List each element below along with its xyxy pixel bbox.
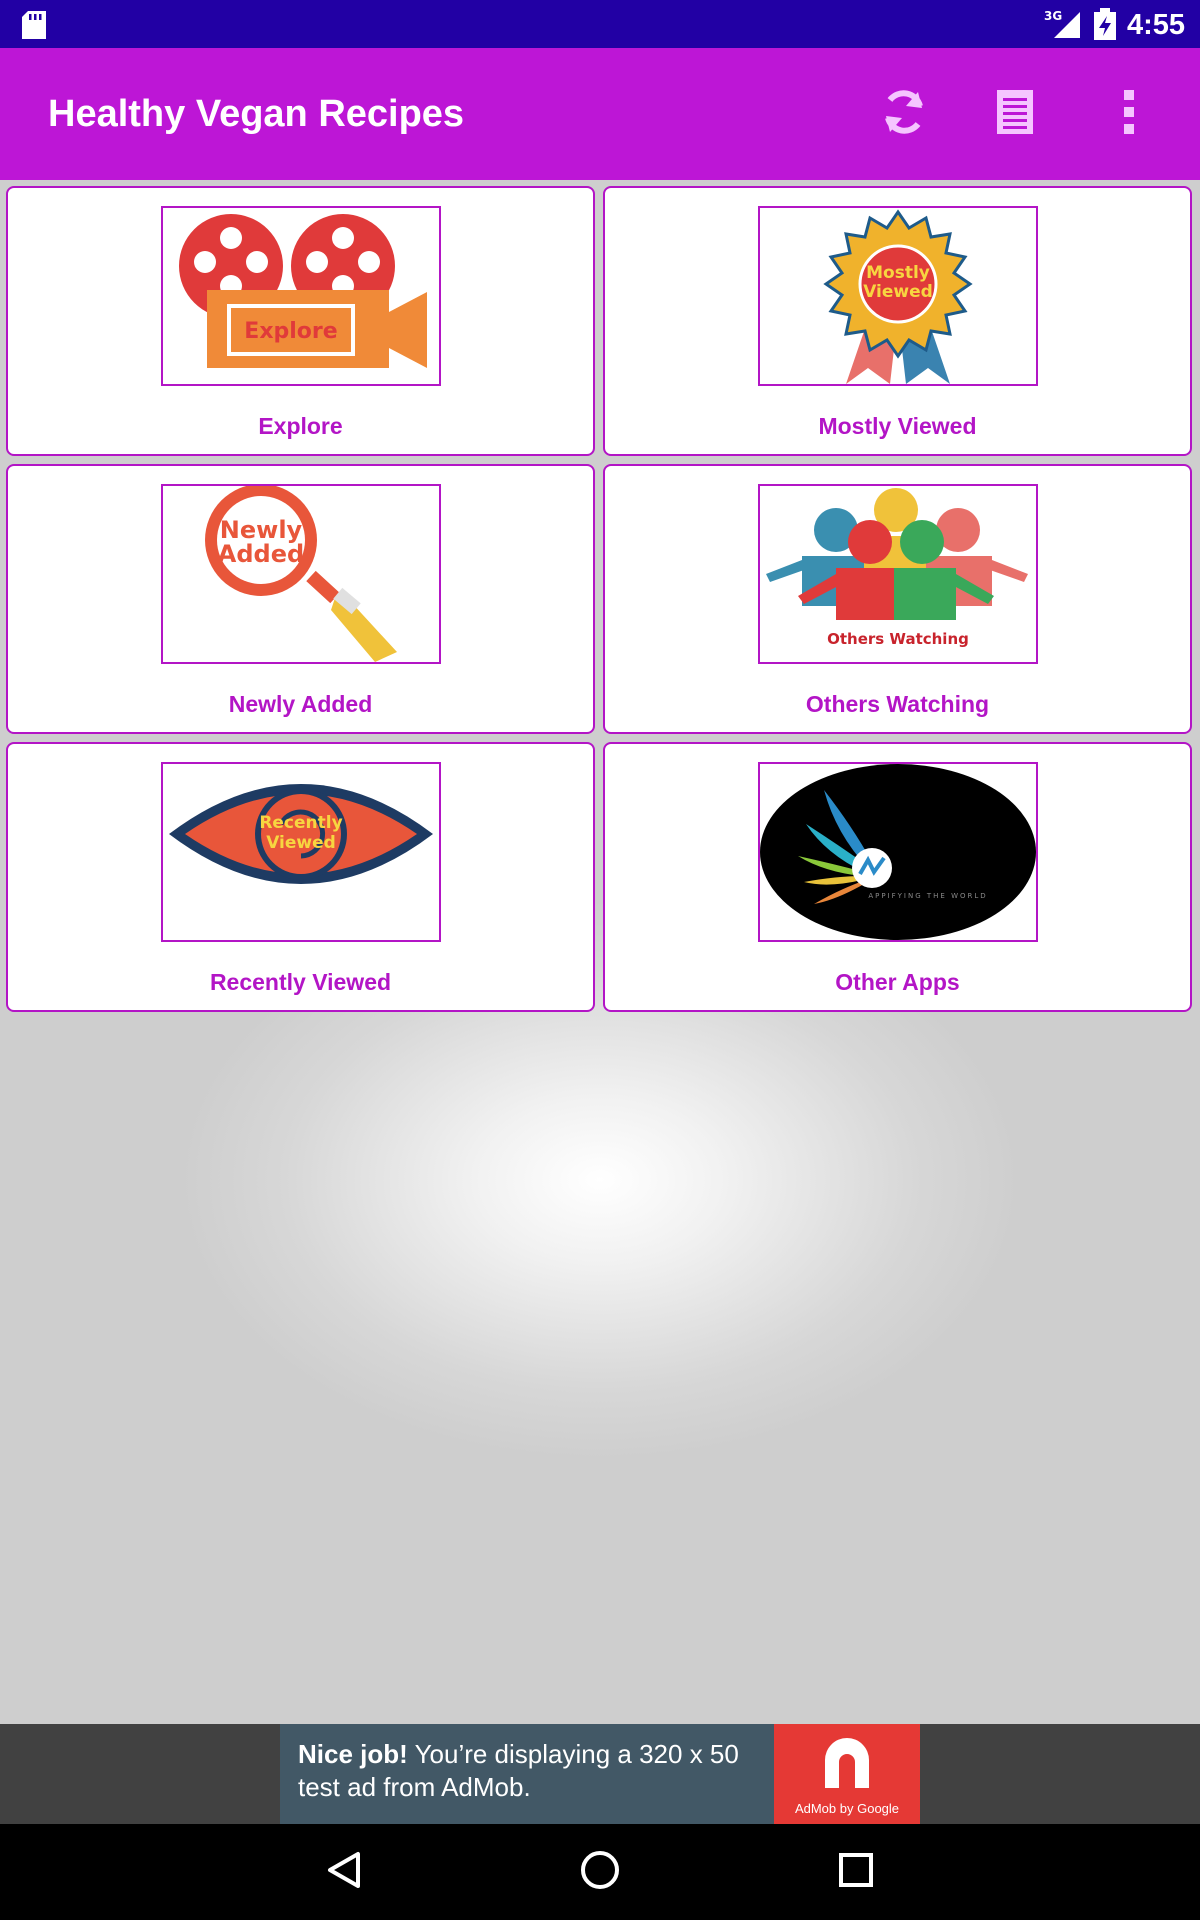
card-label: Explore (258, 413, 343, 439)
ad-banner[interactable]: Nice job! You’re displaying a 320 x 50 t… (0, 1724, 1200, 1824)
svg-text:Others Watching: Others Watching (827, 630, 969, 648)
status-bar: 3G 4:55 (0, 0, 1200, 48)
card-label: Mostly Viewed (818, 413, 977, 439)
sd-card-icon (22, 11, 46, 44)
svg-text:Added: Added (218, 540, 304, 568)
recents-button[interactable] (826, 1842, 886, 1902)
signal-3g-icon: 3G (1044, 8, 1084, 45)
overflow-menu-button[interactable] (1099, 84, 1159, 144)
ad-text: Nice job! You’re displaying a 320 x 50 t… (298, 1738, 768, 1804)
card-others-watching[interactable]: Others Watching Others Watching (603, 464, 1192, 734)
svg-text:3G: 3G (1044, 9, 1062, 23)
card-label: Others Watching (805, 691, 990, 717)
card-recently-viewed[interactable]: Recently Viewed Recently Viewed (6, 742, 595, 1012)
explore-image: Explore (161, 206, 441, 386)
ad-headline: Nice job! (298, 1739, 408, 1769)
refresh-icon (878, 86, 930, 143)
list-button[interactable] (985, 84, 1045, 144)
award-ribbon-icon: Mostly Viewed (760, 208, 1036, 384)
app-title: Healthy Vegan Recipes (48, 93, 465, 135)
battery-charging-icon (1094, 8, 1116, 45)
card-other-apps[interactable]: APPIFYING THE WORLD Other Apps (603, 742, 1192, 1012)
card-label: Other Apps (835, 969, 960, 995)
card-explore[interactable]: Explore Explore (6, 186, 595, 456)
more-vertical-icon (1122, 89, 1136, 139)
navigation-bar (0, 1824, 1200, 1920)
others-watching-image: Others Watching (758, 484, 1038, 664)
people-group-icon: Others Watching (760, 486, 1036, 662)
home-button[interactable] (570, 1842, 630, 1902)
card-mostly-viewed[interactable]: Mostly Viewed Mostly Viewed (603, 186, 1192, 456)
content-area: Explore Explore Mostly Viewed Mostly Vie… (0, 180, 1200, 1724)
home-icon (579, 1849, 621, 1896)
card-label: Newly Added (228, 691, 373, 717)
card-newly-added[interactable]: Newly Added Newly Added (6, 464, 595, 734)
svg-text:Mostly: Mostly (866, 263, 930, 283)
magnifier-icon: Newly Added (163, 486, 439, 662)
back-icon (326, 1850, 362, 1895)
admob-label: AdMob by Google (794, 1801, 900, 1816)
svg-text:Viewed: Viewed (863, 282, 933, 302)
film-camera-icon: Explore (163, 208, 439, 384)
back-button[interactable] (314, 1842, 374, 1902)
card-label: Recently Viewed (209, 969, 392, 995)
other-apps-image: APPIFYING THE WORLD (758, 762, 1038, 942)
list-icon (995, 88, 1035, 141)
svg-text:APPIFYING THE WORLD: APPIFYING THE WORLD (868, 892, 987, 900)
ad-box[interactable]: Nice job! You’re displaying a 320 x 50 t… (280, 1724, 920, 1824)
svg-text:Recently: Recently (259, 813, 342, 833)
newly-added-image: Newly Added (161, 484, 441, 664)
eye-icon: Recently Viewed (163, 764, 439, 940)
recently-viewed-image: Recently Viewed (161, 762, 441, 942)
wings-logo-icon: APPIFYING THE WORLD (760, 764, 1036, 940)
admob-logo: AdMob by Google (774, 1724, 920, 1824)
clock: 4:55 (1127, 9, 1186, 41)
recents-icon (838, 1852, 874, 1893)
svg-text:Viewed: Viewed (266, 833, 336, 853)
refresh-button[interactable] (874, 84, 934, 144)
svg-text:Explore: Explore (244, 319, 337, 344)
app-bar: Healthy Vegan Recipes (0, 48, 1200, 180)
mostly-viewed-image: Mostly Viewed (758, 206, 1038, 386)
